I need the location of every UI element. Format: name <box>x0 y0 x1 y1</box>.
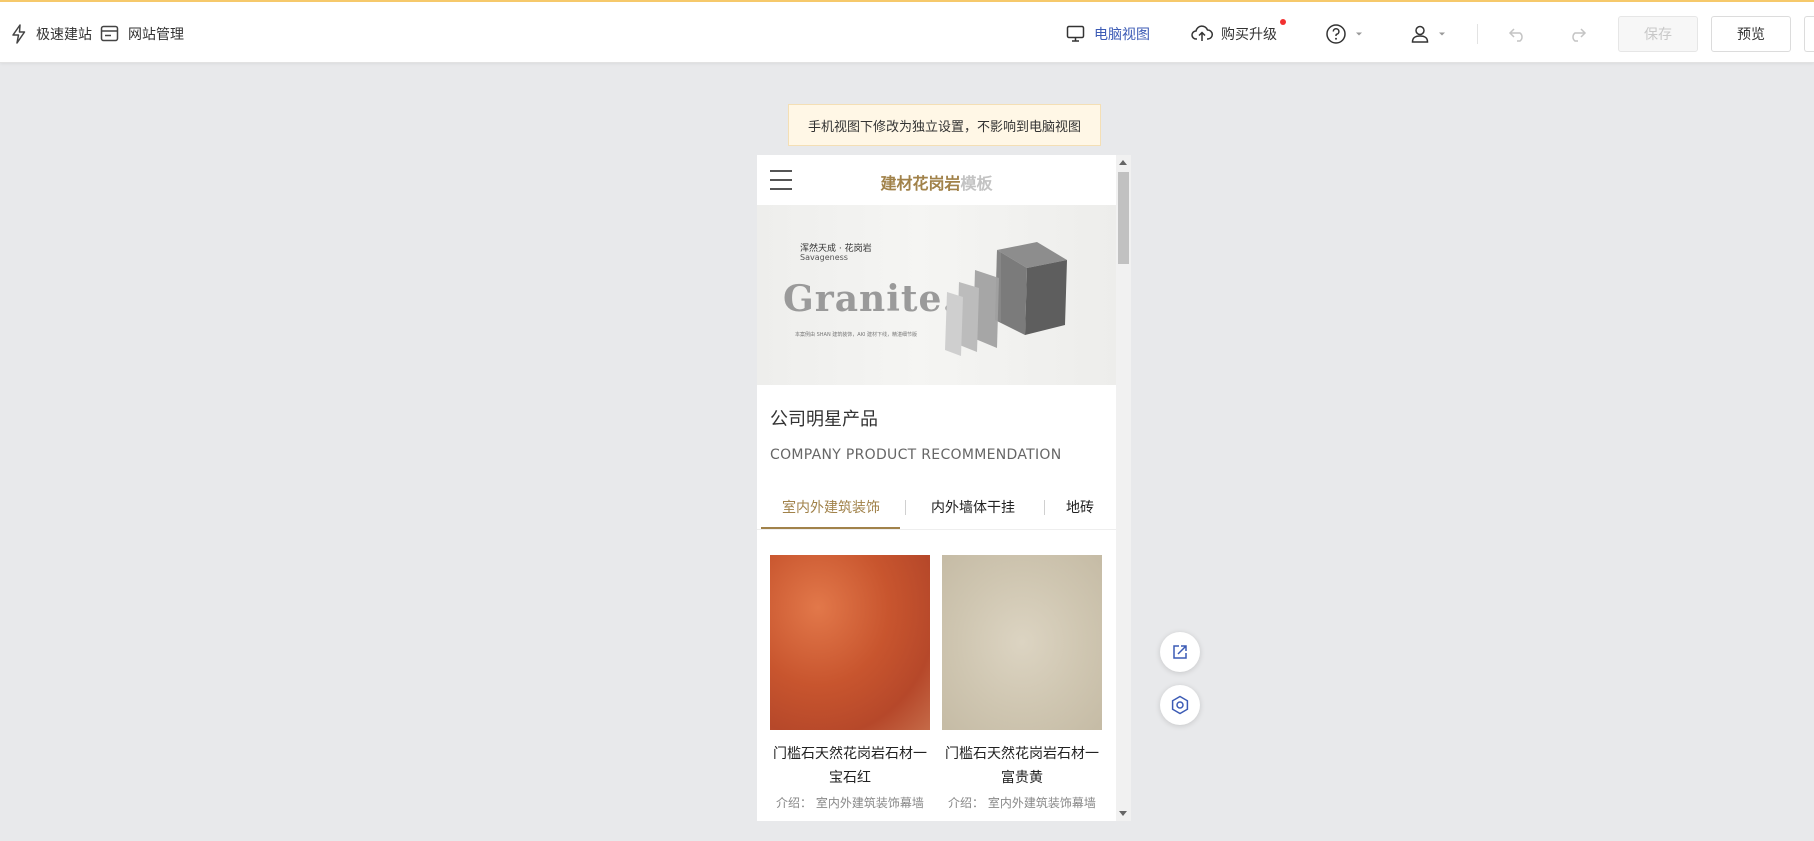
product-name[interactable]: 门槛石天然花岗岩石材一富贵黄 <box>942 742 1102 790</box>
site-manage-label: 网站管理 <box>128 27 184 43</box>
share-icon <box>1173 645 1187 659</box>
scroll-thumb[interactable] <box>1118 172 1129 264</box>
site-title-sub: 模板 <box>960 174 993 193</box>
site-manage-button[interactable]: 网站管理 <box>100 22 184 46</box>
active-tab-indicator <box>761 527 900 529</box>
user-icon <box>1411 25 1429 43</box>
mobile-view-notice: 手机视图下修改为独立设置，不影响到电脑视图 <box>788 104 1101 146</box>
monitor-icon <box>1066 25 1085 42</box>
product-tabs: 室内外建筑装饰 内外墙体干挂 地砖 <box>757 485 1116 530</box>
quick-build-button[interactable]: 极速建站 <box>10 22 92 46</box>
settings-icon <box>1171 695 1189 715</box>
undo-icon <box>1508 28 1523 42</box>
product-image[interactable] <box>942 555 1102 730</box>
site-title: 建材花岗岩模板 <box>757 170 1116 194</box>
preview-scrollbar[interactable] <box>1116 155 1131 821</box>
tab-floor-tile[interactable]: 地砖 <box>1066 497 1094 517</box>
product-desc: 介绍： 室内外建筑装饰幕墙 <box>948 796 1096 810</box>
product-name[interactable]: 门槛石天然花岗岩石材一宝石红 <box>770 742 930 790</box>
settings-button[interactable] <box>1160 685 1200 725</box>
preview-button[interactable]: 预览 <box>1711 16 1791 52</box>
redo-button[interactable] <box>1567 22 1595 46</box>
redo-icon <box>1572 28 1587 42</box>
help-icon <box>1326 24 1346 44</box>
section-subtitle: COMPANY PRODUCT RECOMMENDATION <box>770 447 1062 463</box>
tab-wall-hanging[interactable]: 内外墙体干挂 <box>931 497 1015 517</box>
upgrade-button[interactable]: 购买升级 <box>1191 22 1277 46</box>
scroll-down-arrow[interactable] <box>1119 811 1127 816</box>
chevron-down-icon <box>1356 32 1362 36</box>
section-title: 公司明星产品 <box>770 409 878 430</box>
user-dropdown[interactable] <box>1410 22 1454 46</box>
quick-build-label: 极速建站 <box>36 27 92 43</box>
share-button[interactable] <box>1160 632 1200 672</box>
product-image[interactable] <box>770 555 930 730</box>
undo-button[interactable] <box>1508 22 1536 46</box>
hero-banner: 浑然天成 · 花岗岩 Savageness Granite. 本案例由 SHAN… <box>757 205 1116 385</box>
scroll-up-arrow[interactable] <box>1119 160 1127 165</box>
tab-divider <box>905 500 906 515</box>
toolbar-divider <box>1477 24 1478 44</box>
notification-dot <box>1280 19 1286 25</box>
mobile-preview: 建材花岗岩模板 浑然天成 · 花岗岩 Savageness Granite. 本… <box>757 155 1116 821</box>
cloud-upload-icon <box>1191 25 1213 41</box>
banner-caption: 本案例由 SHAN 建筑装饰，AKI 建材下线，精湛细节版 <box>795 332 918 338</box>
chevron-down-icon <box>1439 32 1445 36</box>
upgrade-label: 购买升级 <box>1221 27 1277 43</box>
banner-line2: Savageness <box>800 253 848 262</box>
product-card[interactable]: 门槛石天然花岗岩石材一富贵黄 介绍： 室内外建筑装饰幕墙 <box>942 555 1102 811</box>
site-title-main: 建材花岗岩 <box>880 174 961 193</box>
top-toolbar: 极速建站 网站管理 电脑视图 购买升级 保存 预览 <box>0 0 1814 63</box>
banner-headline: Granite. <box>783 278 956 320</box>
more-button-edge[interactable] <box>1804 16 1814 52</box>
lightning-icon <box>12 24 26 44</box>
granite-blocks-image <box>945 242 1067 356</box>
product-desc: 介绍： 室内外建筑装饰幕墙 <box>776 796 924 810</box>
help-dropdown[interactable] <box>1325 22 1371 46</box>
desktop-view-label: 电脑视图 <box>1094 27 1150 43</box>
save-button[interactable]: 保存 <box>1618 16 1698 52</box>
mobile-header: 建材花岗岩模板 <box>757 155 1116 205</box>
tab-divider <box>1044 500 1045 515</box>
tab-indoor-outdoor[interactable]: 室内外建筑装饰 <box>782 497 880 517</box>
product-card[interactable]: 门槛石天然花岗岩石材一宝石红 介绍： 室内外建筑装饰幕墙 <box>770 555 930 811</box>
desktop-view-button[interactable]: 电脑视图 <box>1066 22 1150 46</box>
site-manage-icon <box>100 25 119 42</box>
